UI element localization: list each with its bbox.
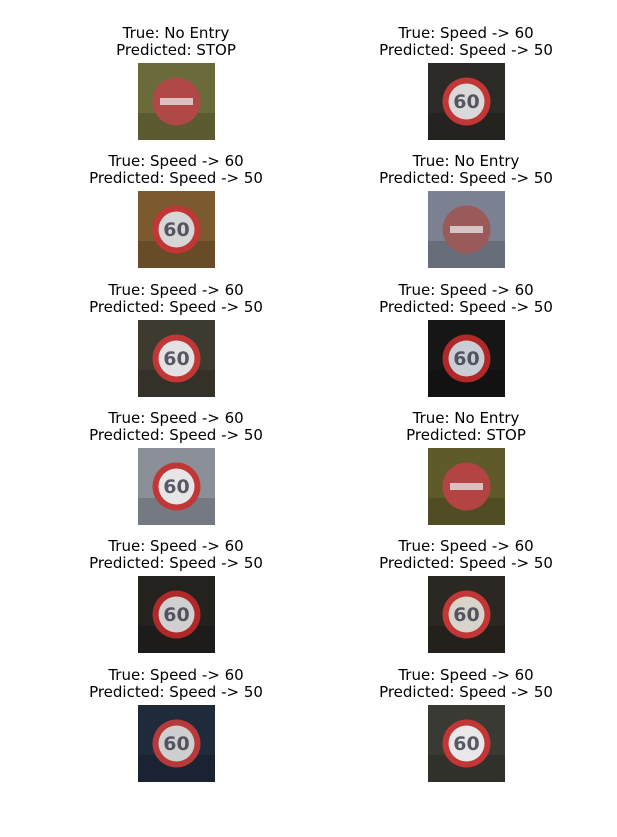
sign-image: 60 [138,576,215,653]
predicted-label: Predicted: Speed -> 50 [379,683,553,701]
panel: True: No Entry Predicted: STOP [36,25,316,153]
true-label: True: No Entry [122,24,230,42]
sign-image: 60 [428,320,505,397]
speed-limit-sign-icon: 60 [138,448,215,525]
panel-title: True: Speed -> 60 Predicted: Speed -> 50 [36,667,316,701]
speed-limit-sign-icon: 60 [428,705,505,782]
panel: True: No Entry Predicted: STOP [326,410,606,538]
true-label: True: Speed -> 60 [398,281,534,299]
panel-title: True: Speed -> 60 Predicted: Speed -> 50 [326,25,606,59]
panel: True: Speed -> 60 Predicted: Speed -> 50 6… [326,538,606,666]
true-label: True: Speed -> 60 [398,24,534,42]
speed-limit-sign-icon: 60 [138,576,215,653]
sign-image [428,448,505,525]
predicted-label: Predicted: STOP [116,41,236,59]
sign-image: 60 [428,705,505,782]
sign-number: 60 [163,733,189,755]
panel-title: True: Speed -> 60 Predicted: Speed -> 50 [326,538,606,572]
panel-title: True: No Entry Predicted: STOP [36,25,316,59]
predicted-label: Predicted: Speed -> 50 [89,683,263,701]
panel: True: Speed -> 60 Predicted: Speed -> 50 6… [36,410,316,538]
sign-image: 60 [428,63,505,140]
panel-title: True: Speed -> 60 Predicted: Speed -> 50 [36,538,316,572]
speed-limit-sign-icon: 60 [428,320,505,397]
true-label: True: Speed -> 60 [398,666,534,684]
true-label: True: No Entry [412,409,520,427]
panel: True: Speed -> 60 Predicted: Speed -> 50 6… [326,282,606,410]
panel: True: Speed -> 60 Predicted: Speed -> 50 6… [36,153,316,281]
sign-number: 60 [163,476,189,498]
sign-image: 60 [138,705,215,782]
true-label: True: Speed -> 60 [108,152,244,170]
panel-title: True: Speed -> 60 Predicted: Speed -> 50 [36,282,316,316]
predicted-label: Predicted: Speed -> 50 [379,298,553,316]
sign-image [428,191,505,268]
panel-title: True: Speed -> 60 Predicted: Speed -> 50 [326,667,606,701]
speed-limit-sign-icon: 60 [428,63,505,140]
panel-title: True: No Entry Predicted: Speed -> 50 [326,153,606,187]
panel: True: Speed -> 60 Predicted: Speed -> 50 6… [36,282,316,410]
panel: True: Speed -> 60 Predicted: Speed -> 50 6… [326,667,606,795]
predicted-label: Predicted: Speed -> 50 [379,554,553,572]
predicted-label: Predicted: Speed -> 50 [379,169,553,187]
speed-limit-sign-icon: 60 [138,320,215,397]
panel: True: Speed -> 60 Predicted: Speed -> 50 6… [36,667,316,795]
panel: True: Speed -> 60 Predicted: Speed -> 50 6… [36,538,316,666]
true-label: True: Speed -> 60 [108,537,244,555]
sign-number: 60 [163,348,189,370]
no-entry-sign-icon [428,191,505,268]
speed-limit-sign-icon: 60 [138,191,215,268]
true-label: True: Speed -> 60 [108,666,244,684]
predicted-label: Predicted: Speed -> 50 [89,169,263,187]
sign-number: 60 [453,604,479,626]
sign-image: 60 [138,191,215,268]
panel-title: True: No Entry Predicted: STOP [326,410,606,444]
predicted-label: Predicted: Speed -> 50 [89,298,263,316]
true-label: True: Speed -> 60 [108,409,244,427]
sign-number: 60 [453,91,479,113]
predicted-label: Predicted: Speed -> 50 [89,554,263,572]
speed-limit-sign-icon: 60 [428,576,505,653]
sign-number: 60 [163,604,189,626]
panel-title: True: Speed -> 60 Predicted: Speed -> 50 [36,153,316,187]
predicted-label: Predicted: Speed -> 50 [379,41,553,59]
sign-image: 60 [428,576,505,653]
sign-image [138,63,215,140]
sign-number: 60 [453,733,479,755]
no-entry-sign-icon [428,448,505,525]
true-label: True: No Entry [412,152,520,170]
sign-image: 60 [138,320,215,397]
panel-title: True: Speed -> 60 Predicted: Speed -> 50 [326,282,606,316]
panel-title: True: Speed -> 60 Predicted: Speed -> 50 [36,410,316,444]
panel: True: Speed -> 60 Predicted: Speed -> 50 6… [326,25,606,153]
predicted-label: Predicted: STOP [406,426,526,444]
true-label: True: Speed -> 60 [108,281,244,299]
sign-number: 60 [453,348,479,370]
panel: True: No Entry Predicted: Speed -> 50 [326,153,606,281]
sign-number: 60 [163,219,189,241]
sign-image: 60 [138,448,215,525]
true-label: True: Speed -> 60 [398,537,534,555]
speed-limit-sign-icon: 60 [138,705,215,782]
predicted-label: Predicted: Speed -> 50 [89,426,263,444]
no-entry-sign-icon [138,63,215,140]
